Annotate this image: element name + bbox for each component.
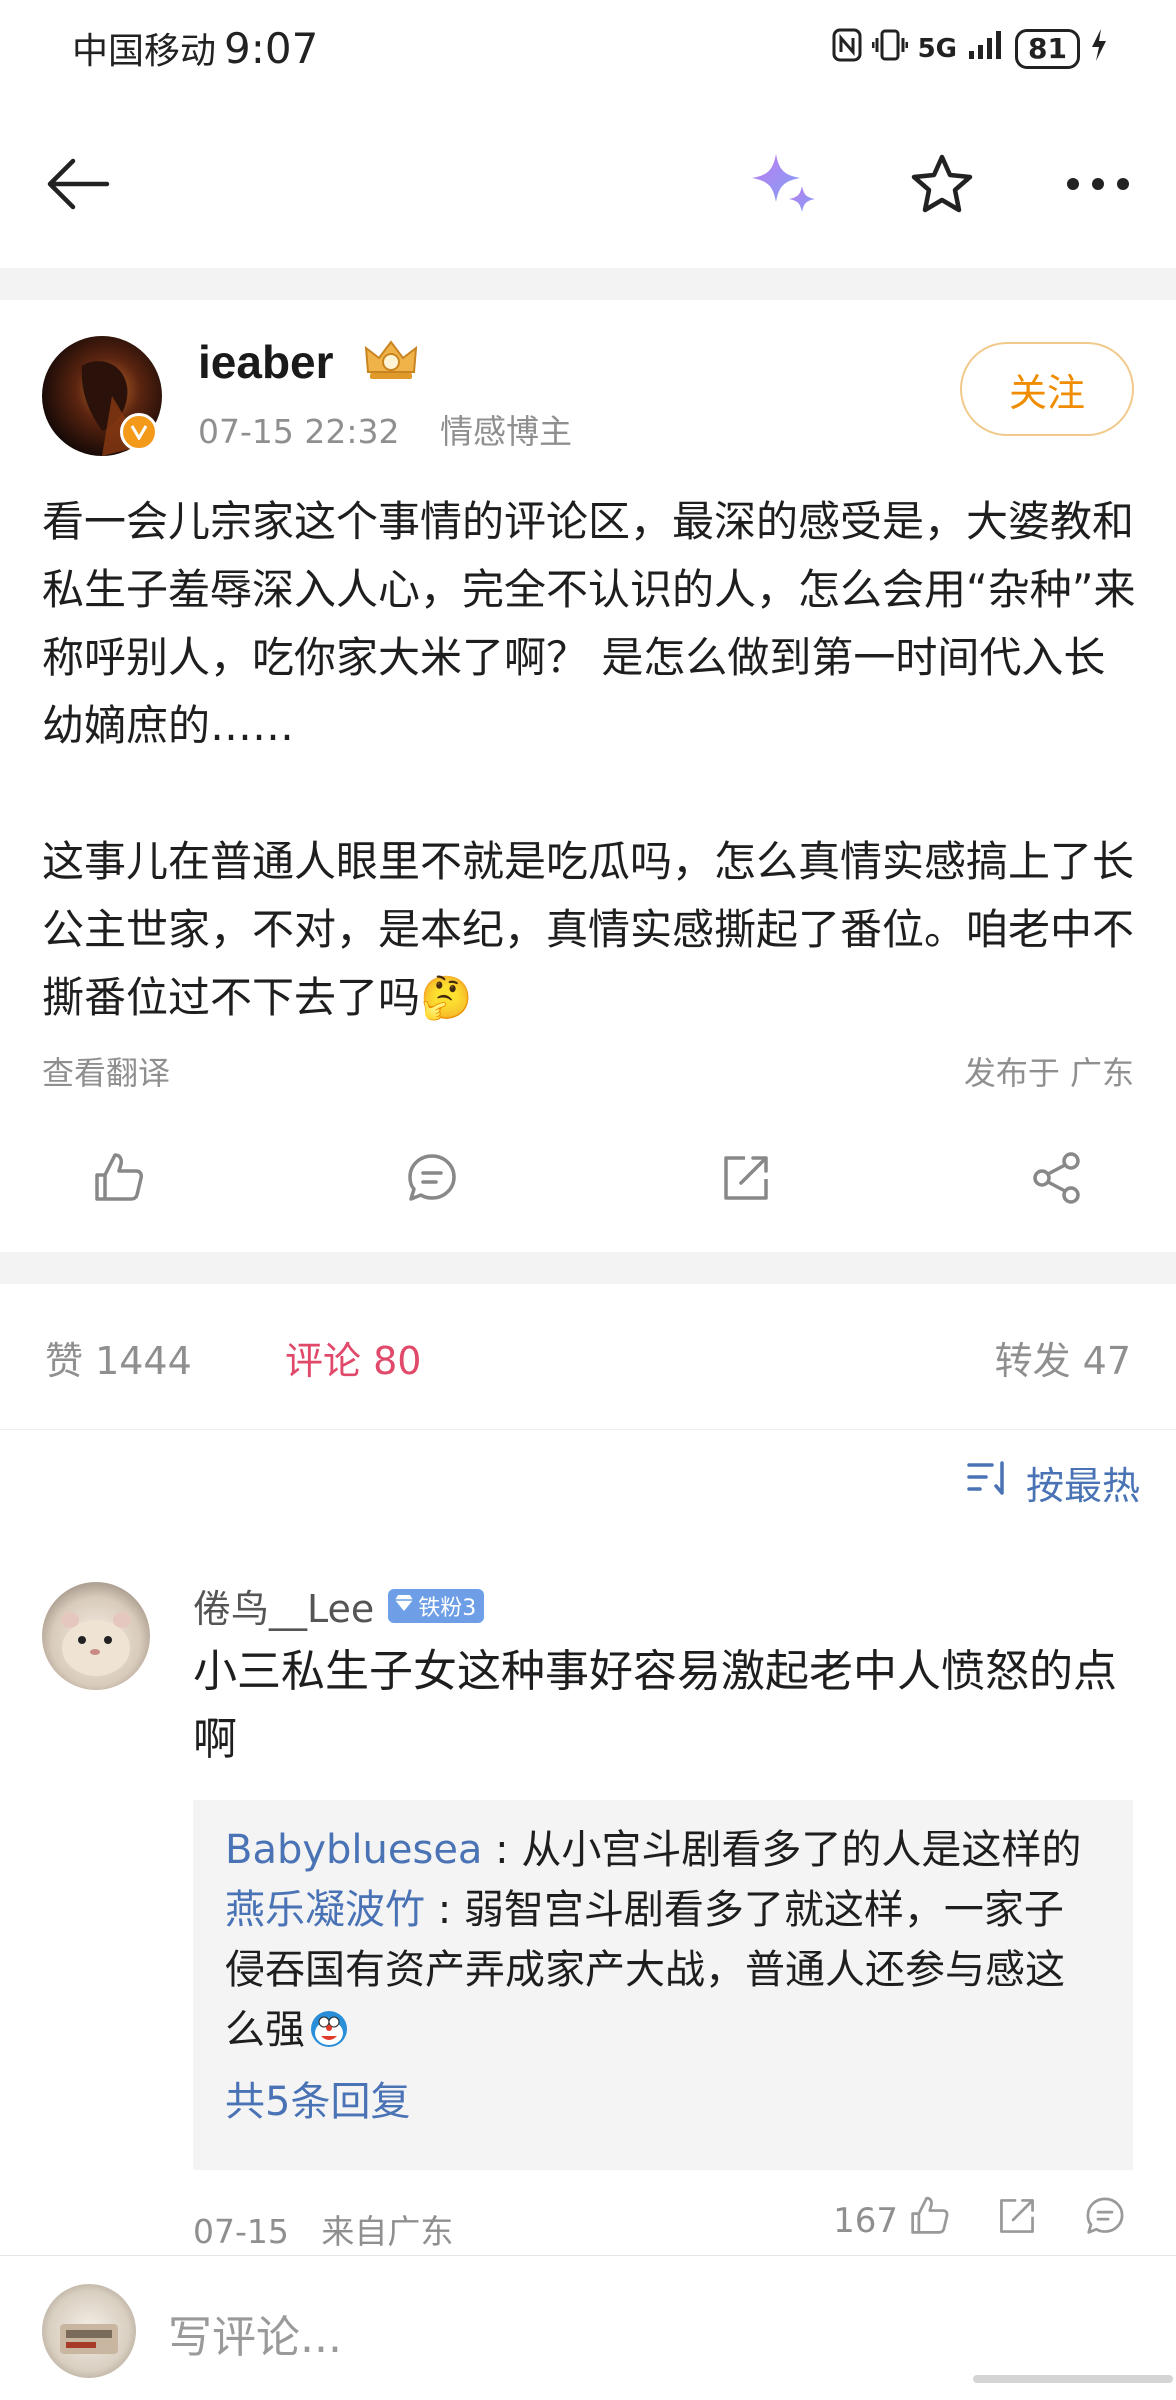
reply-text: 从小宫斗剧看多了的人是这样的 — [521, 1827, 1082, 1873]
reposts-count-tab[interactable]: 转发 47 — [995, 1330, 1131, 1385]
my-avatar[interactable] — [42, 2284, 136, 2378]
section-divider — [0, 1252, 1176, 1284]
section-divider — [0, 268, 1176, 300]
status-left: 中国移动 9:07 — [72, 22, 318, 74]
sparkle-icon[interactable] — [748, 148, 820, 220]
comment-origin: 来自广东 — [321, 2212, 454, 2251]
commenter-avatar[interactable] — [42, 1582, 150, 1690]
comments-count-tab[interactable]: 评论 80 — [285, 1330, 421, 1385]
network-type: 5G — [917, 33, 958, 64]
comment-like-button[interactable]: 167 — [833, 2195, 950, 2246]
post-paragraph-2: 这事儿在普通人眼里不就是吃瓜吗，怎么真情实感搞上了长公主世家，不对，是本纪，真情… — [42, 828, 1142, 1032]
commenter-name-text: 倦鸟__Lee — [193, 1587, 375, 1631]
comment-footer: 07-15 来自广东 — [193, 2205, 453, 2253]
like-icon[interactable] — [78, 1138, 158, 1218]
vibrate-icon — [871, 28, 909, 69]
comment-icon[interactable] — [392, 1138, 472, 1218]
repost-icon[interactable] — [706, 1138, 786, 1218]
post-body: 看一会儿宗家这个事情的评论区，最深的感受是，大婆教和私生子羞辱深入人心，完全不认… — [42, 488, 1142, 1032]
back-arrow-icon[interactable] — [42, 148, 114, 220]
share-icon[interactable] — [1018, 1138, 1098, 1218]
sort-icon — [966, 1459, 1012, 1506]
reply-user[interactable]: Babybluesea — [225, 1827, 482, 1873]
author-name[interactable]: ieaber — [198, 335, 420, 393]
more-icon[interactable] — [1062, 148, 1134, 220]
likes-count-tab[interactable]: 赞 1444 — [45, 1330, 192, 1385]
carrier-label: 中国移动 — [72, 31, 217, 72]
home-indicator — [973, 2375, 1173, 2383]
comment-reply-icon[interactable] — [1084, 2195, 1126, 2246]
reply-box[interactable]: Babybluesea : 从小宫斗剧看多了的人是这样的 燕乐凝波竹 : 弱智宫… — [193, 1800, 1133, 2170]
more-replies-link[interactable]: 共5条回复 — [225, 2072, 1101, 2132]
post-paragraph-1: 看一会儿宗家这个事情的评论区，最深的感受是，大婆教和私生子羞辱深入人心，完全不认… — [42, 497, 1136, 750]
comment-repost-icon[interactable] — [996, 2195, 1038, 2246]
author-tag: 情感博主 — [439, 412, 572, 451]
follow-button[interactable]: 关注 — [960, 342, 1134, 436]
post-action-bar — [0, 1130, 1176, 1220]
clock: 9:07 — [224, 24, 319, 73]
like-icon — [908, 2195, 950, 2246]
reply-user[interactable]: 燕乐凝波竹 — [225, 1887, 425, 1933]
comment-input[interactable]: 写评论... — [168, 2301, 342, 2365]
post-paragraph-2-text: 这事儿在普通人眼里不就是吃瓜吗，怎么真情实感搞上了长公主世家，不对，是本纪，真情… — [42, 837, 1135, 1022]
comment-text: 小三私生子女这种事好容易激起老中人愤怒的点啊 — [193, 1646, 1117, 1765]
stats-row: 赞 1444 评论 80 转发 47 — [0, 1285, 1176, 1430]
reply-item: 燕乐凝波竹 : 弱智宫斗剧看多了就这样，一家子侵吞国有资产弄成家产大战，普通人还… — [225, 1880, 1101, 2066]
comment-like-count: 167 — [833, 2200, 898, 2241]
top-nav — [0, 98, 1176, 268]
status-right: 5G 81 — [832, 28, 1108, 69]
post-timestamp: 07-15 22:32 — [198, 412, 400, 451]
post-location: 发布于 广东 — [963, 1054, 1134, 1092]
nfc-icon — [832, 28, 862, 69]
verified-badge — [120, 413, 158, 451]
charging-icon — [1090, 28, 1108, 69]
translate-link[interactable]: 查看翻译 — [42, 1048, 170, 1094]
commenter-name[interactable]: 倦鸟__Lee 铁粉3 — [193, 1578, 485, 1633]
comment-date: 07-15 — [193, 2212, 289, 2251]
battery-level: 81 — [1015, 28, 1080, 69]
crown-icon — [362, 338, 420, 393]
doraemon-emoji-icon — [309, 2006, 349, 2066]
reply-item: Babybluesea : 从小宫斗剧看多了的人是这样的 — [225, 1827, 1082, 1873]
thinking-emoji-icon: 🤔 — [420, 973, 473, 1022]
author-name-text: ieaber — [198, 336, 334, 388]
status-bar: 中国移动 9:07 5G 81 — [0, 0, 1176, 98]
fan-badge-text: 铁粉3 — [418, 1595, 477, 1621]
sort-toggle[interactable]: 按最热 — [966, 1455, 1140, 1510]
star-icon[interactable] — [906, 148, 978, 220]
signal-icon — [967, 29, 1005, 68]
comment-actions: 167 — [833, 2195, 1126, 2246]
sort-label: 按最热 — [1025, 1464, 1140, 1508]
diamond-icon — [394, 1593, 414, 1618]
fan-badge: 铁粉3 — [388, 1588, 485, 1623]
post-meta: 07-15 22:32 情感博主 — [198, 405, 572, 453]
